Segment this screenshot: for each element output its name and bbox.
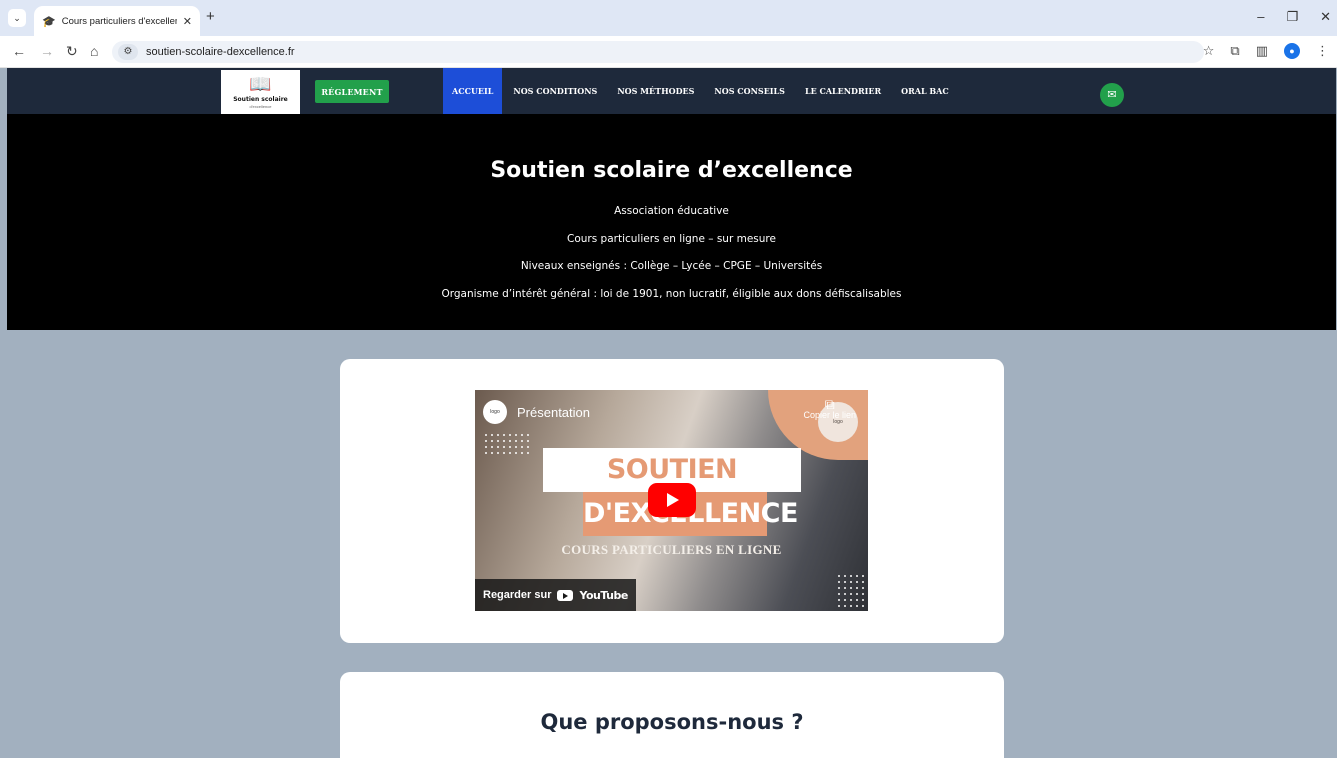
video-card: logo Présentation logo ⧉ Copier le lien … [340,359,1004,643]
copy-link-button[interactable]: ⧉ Copier le lien [803,396,856,421]
extensions-icon[interactable]: ⧉ [1230,43,1239,59]
logo-subtext: d'excellence [249,104,272,109]
youtube-logo-icon [557,589,574,601]
hero-line-niveaux: Niveaux enseignés : Collège – Lycée – CP… [520,260,823,272]
site-info-icon[interactable]: ⚙ [118,44,138,60]
graduation-cap-icon: 🎓 [42,15,56,28]
menu-item-oral-bac[interactable]: ORAL BAC [892,68,958,114]
address-bar[interactable]: ⚙ soutien-scolaire-dexcellence.fr [112,41,1204,63]
video-decor-dots [483,432,533,458]
thumbnail-banner-line3: COURS PARTICULIERS EN LIGNE [561,542,782,557]
hero-section: Soutien scolaire d’excellence Associatio… [7,114,1336,330]
home-icon[interactable]: ⌂ [90,43,98,59]
copy-link-label: Copier le lien [803,410,856,420]
site-logo[interactable]: 📖 Soutien scolaire d'excellence [221,70,300,114]
offer-card: Que proposons-nous ? [340,672,1004,758]
back-arrow-icon[interactable]: ← [12,43,26,59]
window-controls: – ❐ ✕ [1257,10,1331,24]
watch-on-youtube-button[interactable]: Regarder sur YouTube [475,579,636,611]
hero-title: Soutien scolaire d’excellence [490,158,853,183]
menu-kebab-icon[interactable]: ⋮ [1316,43,1329,59]
tab-title: Cours particuliers d'excellence [61,15,177,27]
youtube-wordmark: YouTube [579,588,628,602]
site-navbar: 📖 Soutien scolaire d'excellence RÉGLEMEN… [7,68,1336,114]
browser-tab-bar: ⌄ 🎓 Cours particuliers d'excellence ✕ + … [0,0,1337,36]
menu-item-nos-conditions[interactable]: NOS CONDITIONS [504,68,606,114]
hero-line-cours: Cours particuliers en ligne – sur mesure [567,233,776,245]
video-decor-dots [836,573,864,607]
menu-item-le-calendrier[interactable]: LE CALENDRIER [796,68,890,114]
menu-item-nos-conseils[interactable]: NOS CONSEILS [705,68,794,114]
new-tab-icon[interactable]: + [206,9,215,25]
close-window-icon[interactable]: ✕ [1320,10,1331,24]
hero-line-organisme: Organisme d’intérêt général : loi de 190… [441,288,902,300]
copy-icon: ⧉ [824,396,835,412]
play-icon[interactable] [648,483,696,517]
side-panel-icon[interactable]: ▥ [1256,43,1268,59]
book-icon: 📖 [249,74,272,94]
watch-on-label: Regarder sur [483,589,552,601]
bookmark-star-icon[interactable]: ☆ [1203,43,1215,59]
browser-toolbar: ← → ↻ ⌂ ⚙ soutien-scolaire-dexcellence.f… [0,36,1337,68]
tab-search-chevron-icon[interactable]: ⌄ [8,9,26,27]
youtube-embed[interactable]: logo Présentation logo ⧉ Copier le lien … [475,390,868,611]
offer-title: Que proposons-nous ? [540,710,804,734]
browser-tab[interactable]: 🎓 Cours particuliers d'excellence ✕ [34,6,200,36]
menu-item-nos-methodes[interactable]: NOS MÉTHODES [608,68,703,114]
hero-line-association: Association éducative [614,205,729,217]
minimize-icon[interactable]: – [1257,10,1264,24]
close-tab-icon[interactable]: ✕ [183,15,192,28]
envelope-icon[interactable]: ✉ [1100,83,1124,107]
channel-avatar[interactable]: logo [483,400,507,424]
url-text[interactable]: soutien-scolaire-dexcellence.fr [146,46,295,58]
logo-text: Soutien scolaire [233,96,288,103]
restore-icon[interactable]: ❐ [1286,10,1298,24]
forward-arrow-icon[interactable]: → [40,43,54,59]
toolbar-actions: ☆ ⧉ ▥ ● ⋮ [1203,43,1329,59]
reload-icon[interactable]: ↻ [66,43,78,59]
main-menu: ACCUEIL NOS CONDITIONS NOS MÉTHODES NOS … [443,68,960,114]
video-title[interactable]: Présentation [517,405,590,420]
menu-item-accueil[interactable]: ACCUEIL [443,68,503,114]
reglement-button[interactable]: RÉGLEMENT [315,80,389,103]
profile-avatar-icon[interactable]: ● [1284,43,1300,59]
